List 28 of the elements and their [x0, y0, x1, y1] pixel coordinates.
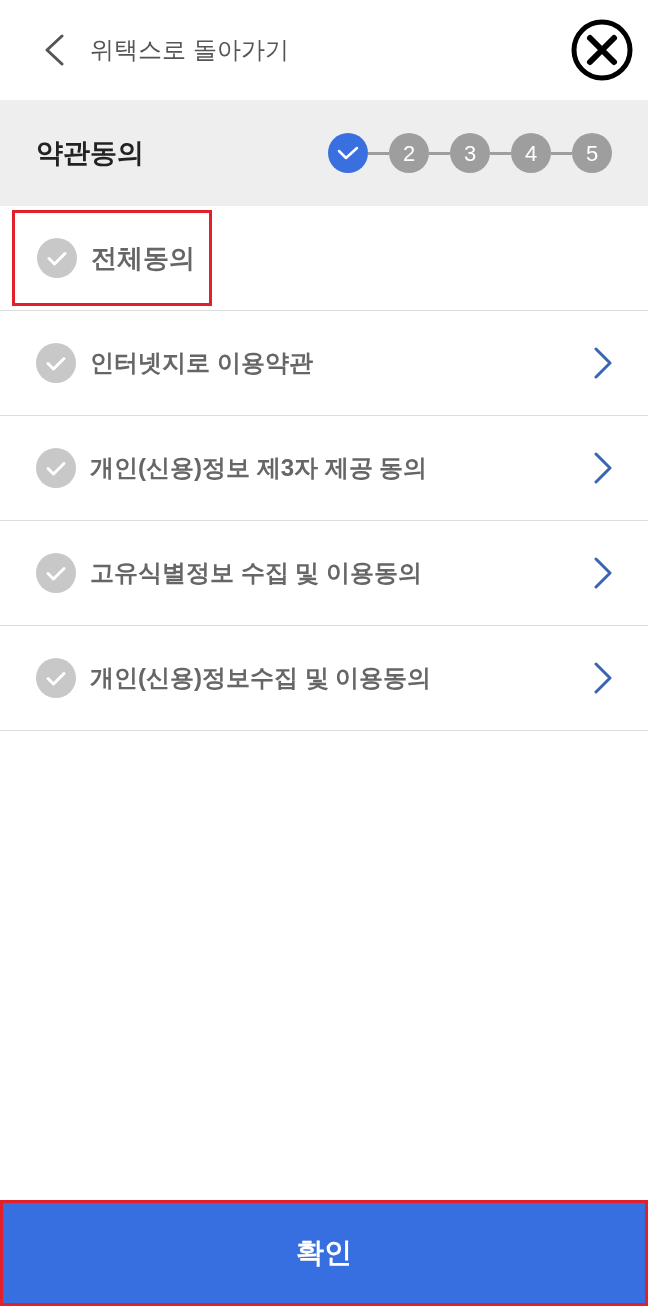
checkbox-icon[interactable] — [36, 658, 76, 698]
step-indicator: 5 — [572, 133, 612, 173]
checkbox-icon[interactable] — [36, 343, 76, 383]
chevron-right-icon — [594, 452, 612, 484]
close-icon[interactable] — [571, 19, 633, 81]
chevron-right-icon — [594, 557, 612, 589]
terms-item[interactable]: 개인(신용)정보수집 및 이용동의 — [0, 626, 648, 731]
back-button[interactable]: 위택스로 돌아가기 — [44, 32, 289, 68]
checkbox-icon[interactable] — [36, 448, 76, 488]
agree-all-checkbox[interactable]: 전체동의 — [37, 238, 195, 278]
chevron-right-icon — [594, 662, 612, 694]
step-indicator: 4 — [511, 133, 551, 173]
step-connector — [551, 151, 572, 155]
chevron-right-icon — [594, 347, 612, 379]
step-connector — [429, 151, 450, 155]
page-title: 약관동의 — [36, 136, 144, 170]
terms-item[interactable]: 고유식별정보 수집 및 이용동의 — [0, 521, 648, 626]
confirm-button[interactable]: 확인 — [0, 1200, 648, 1306]
checkbox-icon[interactable] — [37, 238, 77, 278]
terms-item[interactable]: 인터넷지로 이용약관 — [0, 311, 648, 416]
check-icon — [337, 146, 359, 160]
checkbox-icon[interactable] — [36, 553, 76, 593]
step-connector — [368, 151, 389, 155]
terms-item[interactable]: 개인(신용)정보 제3자 제공 동의 — [0, 416, 648, 521]
chevron-left-icon — [44, 34, 64, 66]
step-connector — [490, 151, 511, 155]
step-indicator: 2 — [389, 133, 429, 173]
step-indicator: 3 — [450, 133, 490, 173]
